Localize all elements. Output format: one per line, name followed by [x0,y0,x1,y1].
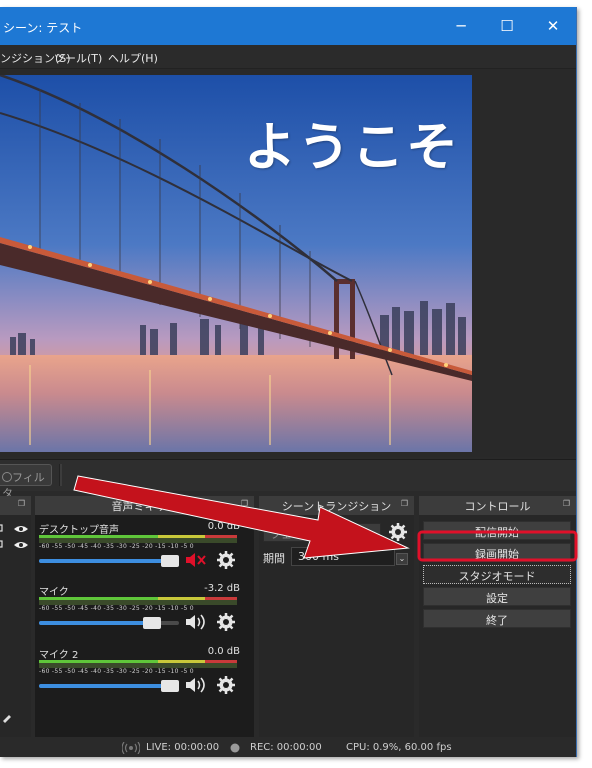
volume-fill [39,621,147,625]
window-title: シーン: テスト [3,21,83,35]
toolbar-separator [59,464,62,486]
gear-icon[interactable] [217,613,235,631]
controls-title: コントロール [464,500,531,513]
minimize-icon: ─ [456,17,466,35]
transitions-title: シーントランジション [281,500,392,513]
volume-thumb[interactable] [161,555,179,567]
meter-level-green [39,535,158,538]
speaker-muted-icon[interactable] [185,551,207,569]
float-icon[interactable]: ❐ [18,499,25,508]
transition-value: フェード [270,528,314,541]
volume-thumb[interactable] [161,680,179,692]
eye-icon [14,526,28,548]
speaker-icon[interactable] [185,613,207,631]
filter-icon [2,472,12,482]
cpu-usage: CPU: 0.9%, 60.00 fps [346,742,452,753]
gear-icon[interactable] [217,551,235,569]
volume-meter [39,660,237,668]
close-icon: ✕ [546,17,560,35]
volume-fill [39,684,164,688]
live-icon [122,742,140,754]
lock-icon [0,524,3,548]
meter-level-green [39,660,158,663]
menu-bar: ンジション(S) ツール(T) ヘルプ(H) [0,45,576,69]
float-icon[interactable]: ❐ [563,499,570,508]
transition-select[interactable]: フェード [263,523,381,542]
volume-slider[interactable] [39,555,179,567]
maximize-icon: ☐ [500,17,514,35]
volume-slider[interactable] [39,680,179,692]
sources-list[interactable] [0,515,31,737]
rec-dot-icon [230,743,240,753]
sources-dock-title: ❐ [0,496,31,515]
controls-panel: 配信開始 録画開始 スタジオモード 設定 終了 [419,515,576,737]
meter-scale: -60 -55 -50 -45 -40 -35 -30 -25 -20 -15 … [39,605,194,612]
meter-level-green [39,597,158,600]
volume-slider[interactable] [39,617,179,629]
title-bar: シーン: テスト ─ ☐ ✕ [0,7,576,45]
channel-db: -3.2 dB [204,583,240,594]
channel-db: 0.0 dB [207,646,240,657]
sources-toolbar: フィルタ [0,459,576,500]
transitions-dock-title: シーントランジション ❐ [259,496,414,515]
duration-input[interactable]: 300 ms [291,547,395,566]
start-recording-button[interactable]: 録画開始 [423,543,571,562]
close-button[interactable]: ✕ [530,7,576,45]
volume-thumb[interactable] [143,617,161,629]
meter-level-red [205,535,237,538]
controls-dock-title: コントロール ❐ [419,496,576,515]
channel-name: マイク 2 [39,650,79,661]
meter-level-red [205,660,237,663]
menu-tools[interactable]: ツール(T) [54,50,102,66]
live-time: LIVE: 00:00:00 [146,742,220,753]
start-streaming-button[interactable]: 配信開始 [423,521,571,540]
gear-icon[interactable] [217,676,235,694]
channel-name: マイク [39,587,69,598]
menu-help[interactable]: ヘルプ(H) [108,50,158,66]
welcome-text: ようこそ [244,118,461,178]
meter-scale: -60 -55 -50 -45 -40 -35 -30 -25 -20 -15 … [39,543,194,550]
filter-button[interactable]: フィルタ [0,464,52,500]
scene-transitions: フェード 期間 300 ms ⌄ [259,515,414,737]
mixer-title: 音声ミキサー [111,500,178,513]
mixer-dock-title: 音声ミキサー ❐ [35,496,254,515]
chevron-down-icon[interactable]: ⌄ [396,553,408,565]
volume-meter [39,597,237,605]
volume-meter [39,535,237,543]
rec-time: REC: 00:00:00 [250,742,322,753]
maximize-button[interactable]: ☐ [484,7,530,45]
pen-icon [3,715,11,723]
channel-db: 0.0 dB [207,521,240,532]
sources-icons [0,524,28,723]
float-icon[interactable]: ❐ [241,499,248,508]
meter-scale: -60 -55 -50 -45 -40 -35 -30 -25 -20 -15 … [39,668,194,675]
float-icon[interactable]: ❐ [401,499,408,508]
duration-label: 期間 [263,552,285,565]
volume-fill [39,559,164,563]
obs-window: シーン: テスト ─ ☐ ✕ ンジション(S) ツール(T) ヘルプ(H) よう… [0,7,577,757]
duration-value: 300 ms [298,550,339,563]
settings-button[interactable]: 設定 [423,587,571,606]
audio-mixer: デスクトップ音声 0.0 dB -60 -55 -50 -45 -40 -35 … [35,515,254,737]
meter-level-yellow [157,535,206,538]
preview-canvas[interactable]: ようこそ [0,75,472,452]
exit-button[interactable]: 終了 [423,609,571,628]
status-bar: LIVE: 00:00:00 REC: 00:00:00 CPU: 0.9%, … [0,738,576,757]
speaker-icon[interactable] [185,676,207,694]
gear-icon[interactable] [389,523,407,541]
meter-level-yellow [157,597,206,600]
meter-level-red [205,597,237,600]
minimize-button[interactable]: ─ [438,7,484,45]
studio-mode-button[interactable]: スタジオモード [423,565,571,584]
meter-level-yellow [157,660,206,663]
preview-area: ようこそ [0,69,576,457]
channel-name: デスクトップ音声 [39,525,119,536]
